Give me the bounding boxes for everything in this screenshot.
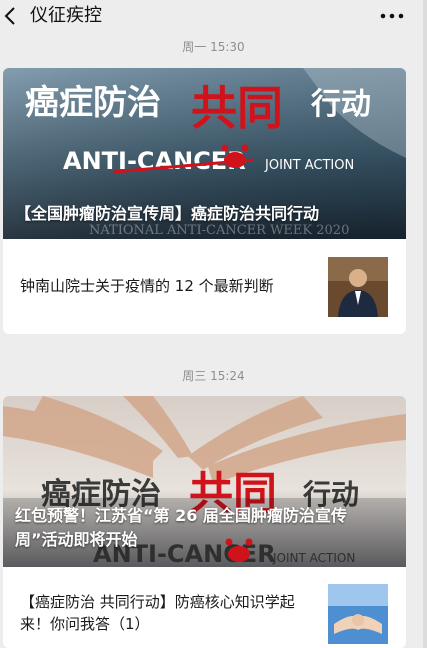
- sub-article[interactable]: 【癌症防治 共同行动】防癌核心知识学起 来！你问我答（1）: [3, 567, 406, 648]
- portrait-thumbnail: [328, 257, 388, 317]
- article-card: 癌症防治 共同 行动 ANTI-CANCER JOINT ACTION NATI…: [3, 68, 406, 334]
- svg-text:JOINT ACTION: JOINT ACTION: [264, 158, 354, 173]
- sub-article-title: 【癌症防治 共同行动】防癌核心知识学起 来！你问我答（1）: [20, 591, 320, 635]
- sub-article-title: 钟南山院士关于疫情的 12 个最新判断: [20, 277, 274, 295]
- cover-title-line: 周”活动即将开始: [15, 530, 138, 549]
- hands-thumbnail: [328, 584, 388, 644]
- sub-article-title-line: 来！你问我答（1）: [20, 615, 150, 633]
- more-dots-icon[interactable]: [379, 8, 405, 24]
- cover-title: 红包预警！江苏省“第 26 届全国肿瘤防治宣传 周”活动即将开始: [15, 504, 347, 552]
- sub-article[interactable]: 钟南山院士关于疫情的 12 个最新判断: [3, 239, 406, 334]
- article-card: 癌症防治 共同 行动 ANTI-CANCER JOINT ACTION 红包预警…: [3, 396, 406, 648]
- account-title: 仪征疾控: [30, 5, 102, 26]
- cover-title-line: 红包预警！江苏省“第 26 届全国肿瘤防治宣传: [15, 506, 347, 525]
- top-bar: 仪征疾控: [0, 0, 427, 34]
- svg-text:ANTI-CANCER: ANTI-CANCER: [63, 147, 246, 175]
- message-timestamp: 周三 15:24: [182, 369, 245, 383]
- message-timestamp: 周一 15:30: [182, 40, 245, 54]
- svg-text:共同: 共同: [191, 81, 283, 135]
- sub-article-title-line: 【癌症防治 共同行动】防癌核心知识学起: [20, 593, 295, 611]
- cover-title: 【全国肿瘤防治宣传周】癌症防治共同行动: [15, 204, 320, 223]
- scroll-edge: [423, 0, 427, 648]
- cover-article[interactable]: 癌症防治 共同 行动 ANTI-CANCER JOINT ACTION NATI…: [3, 68, 406, 239]
- cover-article[interactable]: 癌症防治 共同 行动 ANTI-CANCER JOINT ACTION 红包预警…: [3, 396, 406, 567]
- svg-text:癌症防治: 癌症防治: [25, 83, 161, 123]
- back-arrow-icon[interactable]: [2, 4, 20, 28]
- svg-text:行动: 行动: [310, 87, 371, 122]
